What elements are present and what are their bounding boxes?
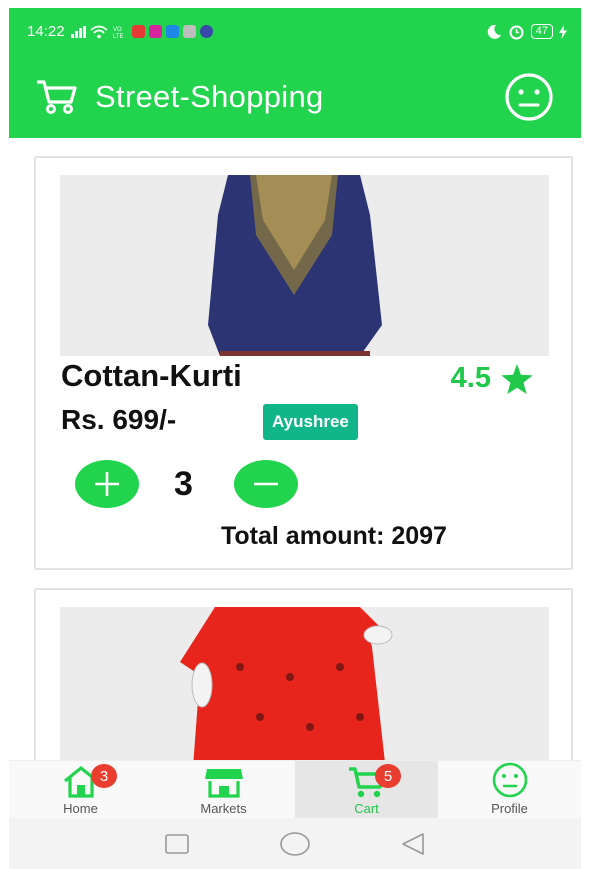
instagram-notification-icon [148,25,162,38]
cart-list[interactable]: Cottan-Kurti 4.5 Rs. 699/- Ayushree 3 To… [9,138,581,760]
quantity-value: 3 [174,465,193,503]
app-title: Street-Shopping [95,78,324,114]
recents-icon[interactable] [164,833,190,855]
messenger-notification-icon [199,25,213,38]
rating-value: 4.5 [450,362,491,394]
cart-item-card [34,588,573,760]
moon-icon [487,24,501,39]
product-price: Rs. 699/- [61,404,177,435]
nav-cart[interactable]: 5 Cart [295,761,438,818]
cart-badge: 5 [375,764,401,788]
status-bar: 14:22 VO LTE 47 [9,8,581,55]
product-rating: 4.5 [451,362,533,395]
nav-home-label: Home [63,801,98,816]
face-icon [492,762,527,798]
product-image[interactable] [60,607,549,760]
battery-icon: 47 [530,24,553,39]
bottom-nav: 3 Home Markets 5 Cart Profile [9,760,581,818]
system-nav-bar [9,818,581,869]
storefront-icon [204,769,243,798]
back-icon[interactable] [400,832,426,856]
cart-item-card: Cottan-Kurti 4.5 Rs. 699/- Ayushree 3 To… [34,156,573,570]
app-notification-icon [165,25,179,38]
total-amount: Total amount: 2097 [221,522,447,550]
shop-badge: Ayushree [263,404,358,440]
nav-markets-label: Markets [200,801,247,816]
gallery-notification-icon [182,25,196,38]
product-image[interactable] [60,175,549,356]
status-icons-left: VO LTE [70,25,213,39]
minus-icon [254,482,278,486]
star-icon [501,363,533,394]
profile-face-icon[interactable] [503,71,555,123]
home-button-icon[interactable] [279,831,311,857]
cart-logo-icon [37,79,77,114]
wifi-icon [89,25,108,38]
increase-quantity-button[interactable] [75,460,139,508]
home-badge: 3 [91,764,117,788]
status-icons-right: 47 [486,23,567,40]
app-bar: Street-Shopping [9,55,581,138]
svg-text:VO: VO [113,27,122,33]
nav-markets[interactable]: Markets [152,761,295,818]
signal-icon [70,25,86,38]
charging-icon [559,24,567,39]
nav-profile-label: Profile [491,801,528,816]
alarm-icon [509,25,524,40]
product-name: Cottan-Kurti [61,358,242,393]
volte-icon: VOLTE [113,27,124,39]
nav-cart-label: Cart [354,801,379,816]
nav-home[interactable]: 3 Home [9,761,152,818]
plus-icon [95,472,119,496]
decrease-quantity-button[interactable] [234,460,298,508]
nav-profile[interactable]: Profile [438,761,581,818]
svg-text:LTE: LTE [113,34,124,39]
status-time: 14:22 [27,23,65,40]
youtube-notification-icon [131,25,145,38]
